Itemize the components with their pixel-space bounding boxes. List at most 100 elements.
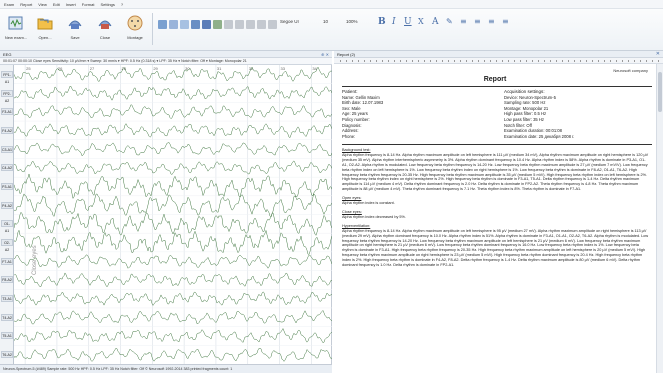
- eeg-event-label: Close eyes: [32, 245, 38, 275]
- eeg-grid: [14, 65, 332, 364]
- justify-button[interactable]: ≡: [502, 17, 509, 26]
- cut-icon[interactable]: [224, 20, 233, 29]
- menu-item[interactable]: Exam: [4, 2, 14, 7]
- eeg-trace: [14, 211, 332, 236]
- menu-item[interactable]: Format: [82, 2, 95, 7]
- company-name: Neurosoft company: [613, 68, 648, 73]
- ruler-tick: [598, 60, 599, 62]
- ruler-tick: [412, 60, 413, 62]
- ruler-tick: [394, 60, 395, 62]
- export-icon[interactable]: [180, 20, 189, 29]
- channel-label[interactable]: F7-A1: [1, 257, 13, 265]
- copy-icon[interactable]: [235, 20, 244, 29]
- channel-label[interactable]: T6-A2: [1, 351, 13, 359]
- markers-icon[interactable]: [191, 20, 200, 29]
- eeg-trace: [14, 254, 332, 269]
- ruler-tick: [454, 60, 455, 62]
- eeg-settings-bar[interactable]: 00:01:07 00:00:10 Close eyes Sensitivity…: [0, 58, 332, 65]
- vertical-scrollbar[interactable]: [656, 64, 663, 373]
- ruler-tick: [442, 60, 443, 62]
- status-bar: Neuron-Spectrum-5 (#489) Sample rate: 50…: [0, 364, 332, 373]
- underline-button[interactable]: U: [404, 17, 412, 27]
- eeg-waveforms[interactable]: 25 26 27 28 29 30 31 32 33 34 Close eyes: [14, 65, 332, 364]
- align-left-button[interactable]: ≡: [460, 17, 467, 26]
- ruler-tick: [364, 60, 365, 62]
- pin-icon[interactable]: ⊕ ✕: [321, 52, 329, 57]
- menu-item[interactable]: Edit: [53, 2, 60, 7]
- align-right-button[interactable]: ≡: [488, 17, 495, 26]
- channel-label[interactable]: T5-A1: [1, 332, 13, 340]
- ruler-tick: [640, 60, 641, 62]
- eeg-trace: [14, 347, 332, 362]
- zoom-select[interactable]: 100%: [346, 19, 358, 24]
- time-mark: 34: [312, 66, 317, 71]
- bold-button[interactable]: B: [378, 17, 386, 27]
- italic-button[interactable]: I: [392, 17, 396, 27]
- print-preview-icon[interactable]: [169, 20, 178, 29]
- ruler-tick: [502, 60, 503, 62]
- eeg-trace: [14, 310, 332, 325]
- ruler-tick: [556, 60, 557, 62]
- ruler-tick: [634, 60, 635, 62]
- eeg-trace: [14, 104, 332, 120]
- print-icon[interactable]: [158, 20, 167, 29]
- eeg-trace: [14, 173, 332, 199]
- channel-label[interactable]: FP1-A1: [1, 70, 13, 84]
- channel-label[interactable]: C3-A1: [1, 145, 13, 153]
- ruler-tick: [604, 60, 605, 62]
- undo-icon[interactable]: [257, 20, 266, 29]
- channel-label[interactable]: T4-A2: [1, 313, 13, 321]
- font-size-select[interactable]: 10: [323, 19, 328, 24]
- scrollbar-thumb[interactable]: [658, 72, 662, 112]
- strikethrough-button[interactable]: X: [418, 17, 424, 26]
- ruler-tick: [388, 60, 389, 62]
- menu-item[interactable]: Insert: [66, 2, 76, 7]
- report-body: Background test: Alpha rhythm frequency i…: [342, 148, 650, 268]
- highlight-button[interactable]: ✎: [446, 17, 453, 26]
- align-center-button[interactable]: ≡: [474, 17, 481, 26]
- ruler-tick: [478, 60, 479, 62]
- paste-icon[interactable]: [246, 20, 255, 29]
- ruler-tick: [532, 60, 533, 62]
- spectrum-icon[interactable]: [213, 20, 222, 29]
- new-exam-button[interactable]: New exam...: [3, 12, 29, 48]
- eeg-trace: [14, 291, 332, 306]
- channel-label[interactable]: F8-A2: [1, 276, 13, 284]
- open-button[interactable]: Open...: [32, 12, 58, 48]
- montage-button[interactable]: Montage: [122, 12, 148, 48]
- save-button[interactable]: Save: [62, 12, 88, 48]
- menu-item[interactable]: Settings: [100, 2, 114, 7]
- new-exam-icon: [8, 16, 23, 30]
- open-folder-icon: [37, 18, 53, 30]
- channel-label[interactable]: F3-A1: [1, 108, 13, 116]
- ruler-tick: [526, 60, 527, 62]
- divider: [342, 144, 652, 145]
- menu-item[interactable]: Report: [20, 2, 32, 7]
- binoculars-icon[interactable]: [202, 20, 211, 29]
- close-panel-icon[interactable]: ✕: [656, 51, 660, 57]
- channel-label[interactable]: C4-A2: [1, 164, 13, 172]
- close-icon: [98, 20, 112, 29]
- eeg-trace: [14, 123, 332, 138]
- menu-item[interactable]: View: [38, 2, 47, 7]
- channel-label[interactable]: FP2-A2: [1, 89, 13, 103]
- report-tab[interactable]: Report (2): [337, 52, 355, 57]
- ruler-tick: [358, 60, 359, 62]
- eeg-panel-header: EEG ⊕ ✕: [0, 51, 332, 58]
- font-name-select[interactable]: Segoe UI: [280, 19, 299, 24]
- menu-item[interactable]: ?: [121, 2, 123, 7]
- ruler-tick: [514, 60, 515, 62]
- close-button[interactable]: Close: [92, 12, 118, 48]
- redo-icon[interactable]: [268, 20, 277, 29]
- report-document[interactable]: Neurosoft company Report Patient: Name: …: [334, 64, 656, 373]
- channel-label[interactable]: F4-A2: [1, 126, 13, 134]
- eeg-traces-area[interactable]: FP1-A1 FP2-A2 F3-A1 F4-A2 C3-A1 C4-A2 P3-A1 P4-…: [0, 65, 332, 364]
- ruler-tick: [652, 60, 653, 62]
- channel-label[interactable]: P4-A2: [1, 201, 13, 209]
- channel-label[interactable]: O1-A1: [1, 220, 13, 233]
- ruler-tick: [622, 60, 623, 62]
- channel-label[interactable]: O2-A2: [1, 239, 13, 252]
- font-color-button[interactable]: A: [432, 17, 439, 27]
- channel-label[interactable]: T3-A1: [1, 295, 13, 303]
- channel-label[interactable]: P3-A1: [1, 182, 13, 190]
